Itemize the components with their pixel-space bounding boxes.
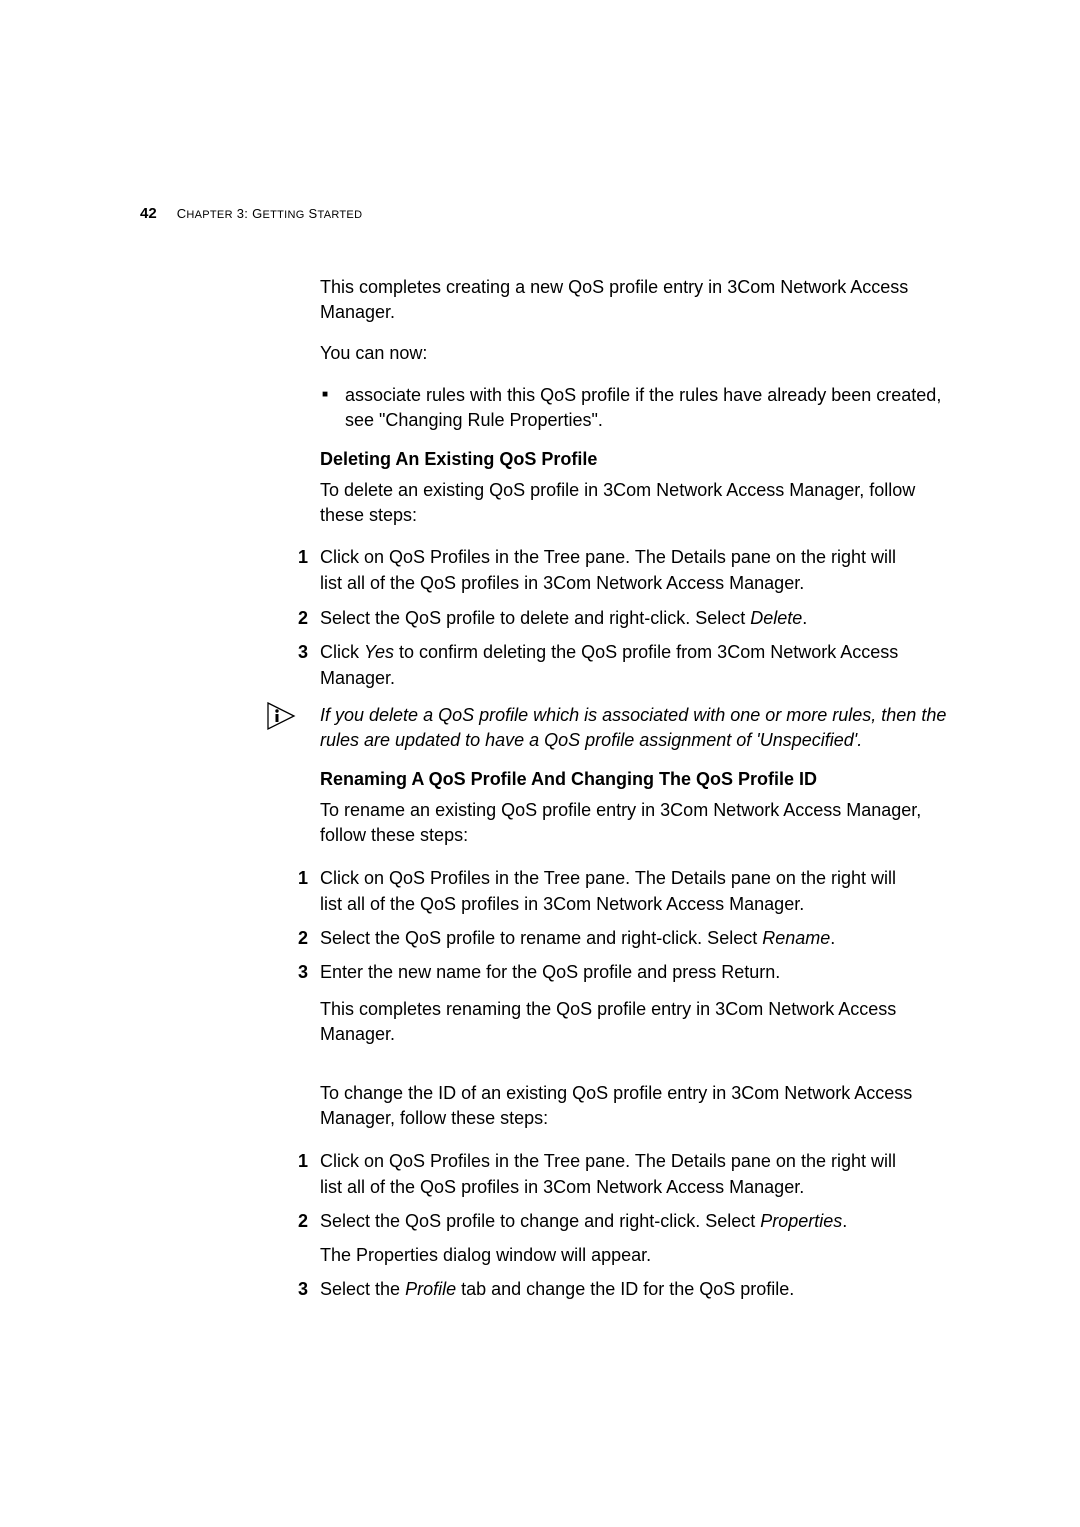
info-icon (264, 701, 298, 731)
step-number: 3 (298, 1276, 320, 1302)
step-text-cont: list all of the QoS profiles in 3Com Net… (320, 1174, 960, 1200)
page-header: 42 CHAPTER 3: GETTING STARTED (140, 205, 362, 222)
list-item: 3Select the Profile tab and change the I… (298, 1276, 960, 1302)
list-item: 2Select the QoS profile to rename and ri… (298, 925, 960, 951)
intro-paragraph-1: This completes creating a new QoS profil… (320, 275, 960, 325)
heading-deleting: Deleting An Existing QoS Profile (320, 449, 960, 470)
step-text: Click on QoS Profiles in the Tree pane. … (320, 868, 896, 888)
step-number: 3 (298, 959, 320, 985)
step-text: Click Yes to confirm deleting the QoS pr… (320, 642, 898, 662)
step-number: 1 (298, 1148, 320, 1174)
chapter-title: CHAPTER 3: GETTING STARTED (177, 206, 363, 221)
delete-steps: 1Click on QoS Profiles in the Tree pane.… (320, 544, 960, 690)
step-text: Select the QoS profile to change and rig… (320, 1211, 847, 1231)
step-text-cont: Manager. (320, 665, 960, 691)
intro-bullets: associate rules with this QoS profile if… (320, 383, 960, 433)
main-content: This completes creating a new QoS profil… (320, 275, 960, 1302)
rename-steps-1: 1Click on QoS Profiles in the Tree pane.… (320, 865, 960, 985)
step-number: 2 (298, 925, 320, 951)
step-text: Click on QoS Profiles in the Tree pane. … (320, 1151, 896, 1171)
step-number: 1 (298, 544, 320, 570)
step-text: Enter the new name for the QoS profile a… (320, 962, 780, 982)
changeid-intro: To change the ID of an existing QoS prof… (320, 1081, 960, 1131)
step-text-cont: list all of the QoS profiles in 3Com Net… (320, 891, 960, 917)
changeid-steps: 1Click on QoS Profiles in the Tree pane.… (320, 1148, 960, 1302)
step-text: Select the QoS profile to delete and rig… (320, 608, 807, 628)
page-number: 42 (140, 205, 157, 222)
step-text: Click on QoS Profiles in the Tree pane. … (320, 547, 896, 567)
heading-renaming: Renaming A QoS Profile And Changing The … (320, 769, 960, 790)
list-item: 3Enter the new name for the QoS profile … (298, 959, 960, 985)
list-item: 1Click on QoS Profiles in the Tree pane.… (298, 1148, 960, 1200)
step-text: Select the QoS profile to rename and rig… (320, 928, 835, 948)
list-item: 2Select the QoS profile to change and ri… (298, 1208, 960, 1268)
step-text-cont: The Properties dialog window will appear… (320, 1242, 960, 1268)
step-text: Select the Profile tab and change the ID… (320, 1279, 794, 1299)
rename-complete: This completes renaming the QoS profile … (320, 997, 960, 1047)
step-number: 2 (298, 1208, 320, 1234)
info-text: If you delete a QoS profile which is ass… (320, 703, 960, 753)
list-item: 1Click on QoS Profiles in the Tree pane.… (298, 544, 960, 596)
step-number: 1 (298, 865, 320, 891)
list-item: 3Click Yes to confirm deleting the QoS p… (298, 639, 960, 691)
rename-intro: To rename an existing QoS profile entry … (320, 798, 960, 848)
step-number: 3 (298, 639, 320, 665)
list-item: 2Select the QoS profile to delete and ri… (298, 605, 960, 631)
intro-paragraph-2: You can now: (320, 341, 960, 366)
delete-intro: To delete an existing QoS profile in 3Co… (320, 478, 960, 528)
step-text-cont: list all of the QoS profiles in 3Com Net… (320, 570, 960, 596)
info-note: If you delete a QoS profile which is ass… (320, 703, 960, 753)
step-number: 2 (298, 605, 320, 631)
list-item: 1Click on QoS Profiles in the Tree pane.… (298, 865, 960, 917)
list-item: associate rules with this QoS profile if… (320, 383, 960, 433)
